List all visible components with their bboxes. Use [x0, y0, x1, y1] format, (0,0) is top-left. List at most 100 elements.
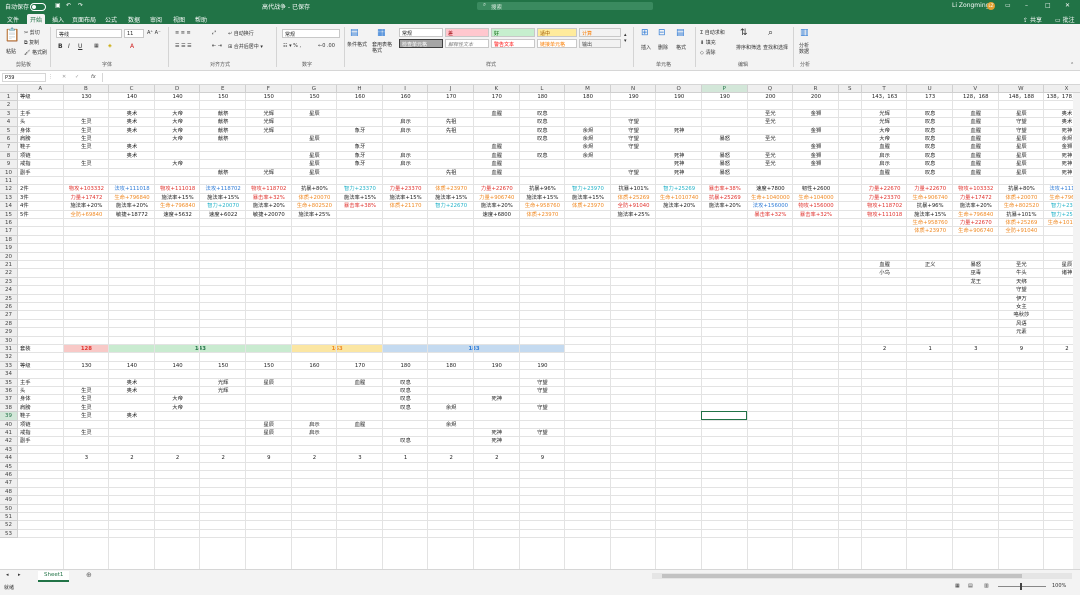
cell-value[interactable]: 暴怒: [953, 261, 999, 269]
horizontal-scrollbar[interactable]: [652, 573, 1072, 579]
cell-value[interactable]: 大帝: [155, 404, 201, 412]
row-header[interactable]: 21: [0, 261, 18, 270]
cell-value[interactable]: 献祭: [200, 127, 246, 135]
cell-value[interactable]: 血腥: [862, 169, 908, 177]
row-header[interactable]: 20: [0, 252, 18, 261]
cell-value[interactable]: 血腥: [953, 143, 999, 151]
row-header[interactable]: 24: [0, 286, 18, 295]
cell-value[interactable]: 巫毒: [953, 269, 999, 277]
cell-value[interactable]: 星辰: [292, 152, 338, 160]
cell-value[interactable]: 正义: [907, 261, 953, 269]
cell-value[interactable]: 光辉: [246, 169, 292, 177]
close-icon[interactable]: ✕: [1065, 2, 1070, 9]
cell-value[interactable]: 180: [520, 93, 566, 101]
cell-value[interactable]: 150: [246, 93, 292, 101]
insert-cells-icon[interactable]: ⊞: [641, 28, 649, 38]
cell-value[interactable]: 5件: [20, 211, 29, 219]
cell-value[interactable]: 血腥: [337, 421, 383, 429]
cell-value[interactable]: 生命+958760: [907, 219, 953, 227]
column-header[interactable]: U: [907, 85, 953, 93]
cell-value[interactable]: 余烬: [428, 404, 474, 412]
cell-value[interactable]: 余烬: [428, 421, 474, 429]
cell-value[interactable]: 项链: [20, 421, 31, 429]
cell-value[interactable]: 叹息: [383, 379, 429, 387]
cell-value[interactable]: 150: [200, 93, 246, 101]
redo-icon[interactable]: ↷: [78, 2, 83, 9]
cell-value[interactable]: 死神: [656, 169, 702, 177]
cell-value[interactable]: 叹息: [907, 152, 953, 160]
cell-value[interactable]: 生命+796840: [155, 202, 201, 210]
row-header[interactable]: 14: [0, 202, 18, 211]
sort-filter-button[interactable]: 排序和筛选: [736, 44, 761, 51]
cell-value[interactable]: 暴击率+32%: [748, 211, 794, 219]
cell-value[interactable]: 等级: [20, 362, 31, 370]
cell-value[interactable]: 148，188: [999, 93, 1045, 101]
cell-value[interactable]: 守望: [520, 387, 566, 395]
styles-scroll-icon[interactable]: ▴ ▾: [624, 32, 627, 44]
cell-value[interactable]: 启示: [862, 152, 908, 160]
align-top-icon[interactable]: ≡ ≡ ≡: [175, 30, 191, 36]
cell-value[interactable]: 叹息: [383, 404, 429, 412]
cell-value[interactable]: 戒指: [20, 429, 31, 437]
cell-value[interactable]: 施法率+25%: [611, 211, 657, 219]
row-header[interactable]: 40: [0, 420, 18, 429]
cell-value[interactable]: 金狮: [793, 152, 839, 160]
cell-value[interactable]: 生灵: [64, 135, 110, 143]
cell-value[interactable]: 血腥: [953, 160, 999, 168]
italic-button[interactable]: I: [68, 43, 70, 50]
paste-icon[interactable]: 📋: [4, 28, 20, 43]
row-header[interactable]: 28: [0, 319, 18, 329]
cell-value[interactable]: 体质+25269: [611, 194, 657, 202]
cell-value[interactable]: 施法率+20%: [656, 202, 702, 210]
cell-value[interactable]: 3: [953, 345, 999, 353]
style-output[interactable]: 输出: [579, 39, 621, 48]
cell-value[interactable]: 智力+23370: [337, 185, 383, 193]
cell-value[interactable]: 叹息: [383, 387, 429, 395]
row-header[interactable]: 49: [0, 496, 18, 505]
delete-cells-button[interactable]: 删除: [658, 44, 668, 51]
row-header[interactable]: 30: [0, 336, 18, 345]
cell-value[interactable]: 余烬: [565, 152, 611, 160]
column-header[interactable]: H: [337, 85, 383, 93]
cell-value[interactable]: 大帝: [155, 395, 201, 403]
cell-value[interactable]: 全防+91040: [999, 227, 1045, 235]
cell-value[interactable]: 血腥: [474, 110, 520, 118]
cell-value[interactable]: 星辰: [246, 421, 292, 429]
cell-value[interactable]: 施法率+25%: [292, 211, 338, 219]
cell-value[interactable]: 象牙: [337, 127, 383, 135]
cell-value[interactable]: 象牙: [337, 143, 383, 151]
column-header[interactable]: K: [474, 85, 520, 93]
cell-value[interactable]: 190: [474, 362, 520, 370]
row-header[interactable]: 38: [0, 403, 18, 413]
cell-value[interactable]: 生灵: [64, 404, 110, 412]
cell-value[interactable]: 2: [155, 454, 201, 462]
cell-value[interactable]: 180: [428, 362, 474, 370]
column-header[interactable]: P: [702, 85, 748, 93]
enter-icon[interactable]: ✓: [75, 74, 79, 80]
row-header[interactable]: 32: [0, 353, 18, 362]
cell-value[interactable]: 力量+22670: [862, 185, 908, 193]
row-header[interactable]: 11: [0, 177, 18, 186]
cell-value[interactable]: 3: [64, 454, 110, 462]
cell-value[interactable]: 施法率+15%: [907, 211, 953, 219]
cell-value[interactable]: 暴击率+32%: [793, 211, 839, 219]
cell-value[interactable]: 守望: [999, 127, 1045, 135]
cell-value[interactable]: 施法率+15%: [337, 194, 383, 202]
cell-value[interactable]: 鞋子: [20, 412, 31, 420]
cell-value[interactable]: 血腥: [474, 160, 520, 168]
cell-value[interactable]: 大帝: [155, 127, 201, 135]
user-name[interactable]: Li Zongming: [952, 2, 989, 9]
cell-value[interactable]: 血腥: [862, 261, 908, 269]
cell-value[interactable]: 2: [200, 454, 246, 462]
cell-value[interactable]: 韧性+2600: [793, 185, 839, 193]
row-header[interactable]: 33: [0, 361, 18, 371]
cell-value[interactable]: 力量+22670: [474, 185, 520, 193]
row-header[interactable]: 5: [0, 126, 18, 135]
column-header[interactable]: A: [18, 85, 64, 93]
cell-value[interactable]: 力量+23370: [383, 185, 429, 193]
cell-value[interactable]: 物攻+103332: [953, 185, 999, 193]
selected-cell[interactable]: [701, 411, 747, 420]
cell-value[interactable]: 150: [200, 362, 246, 370]
cell-value[interactable]: 死神: [474, 437, 520, 445]
row-header[interactable]: 10: [0, 168, 18, 177]
